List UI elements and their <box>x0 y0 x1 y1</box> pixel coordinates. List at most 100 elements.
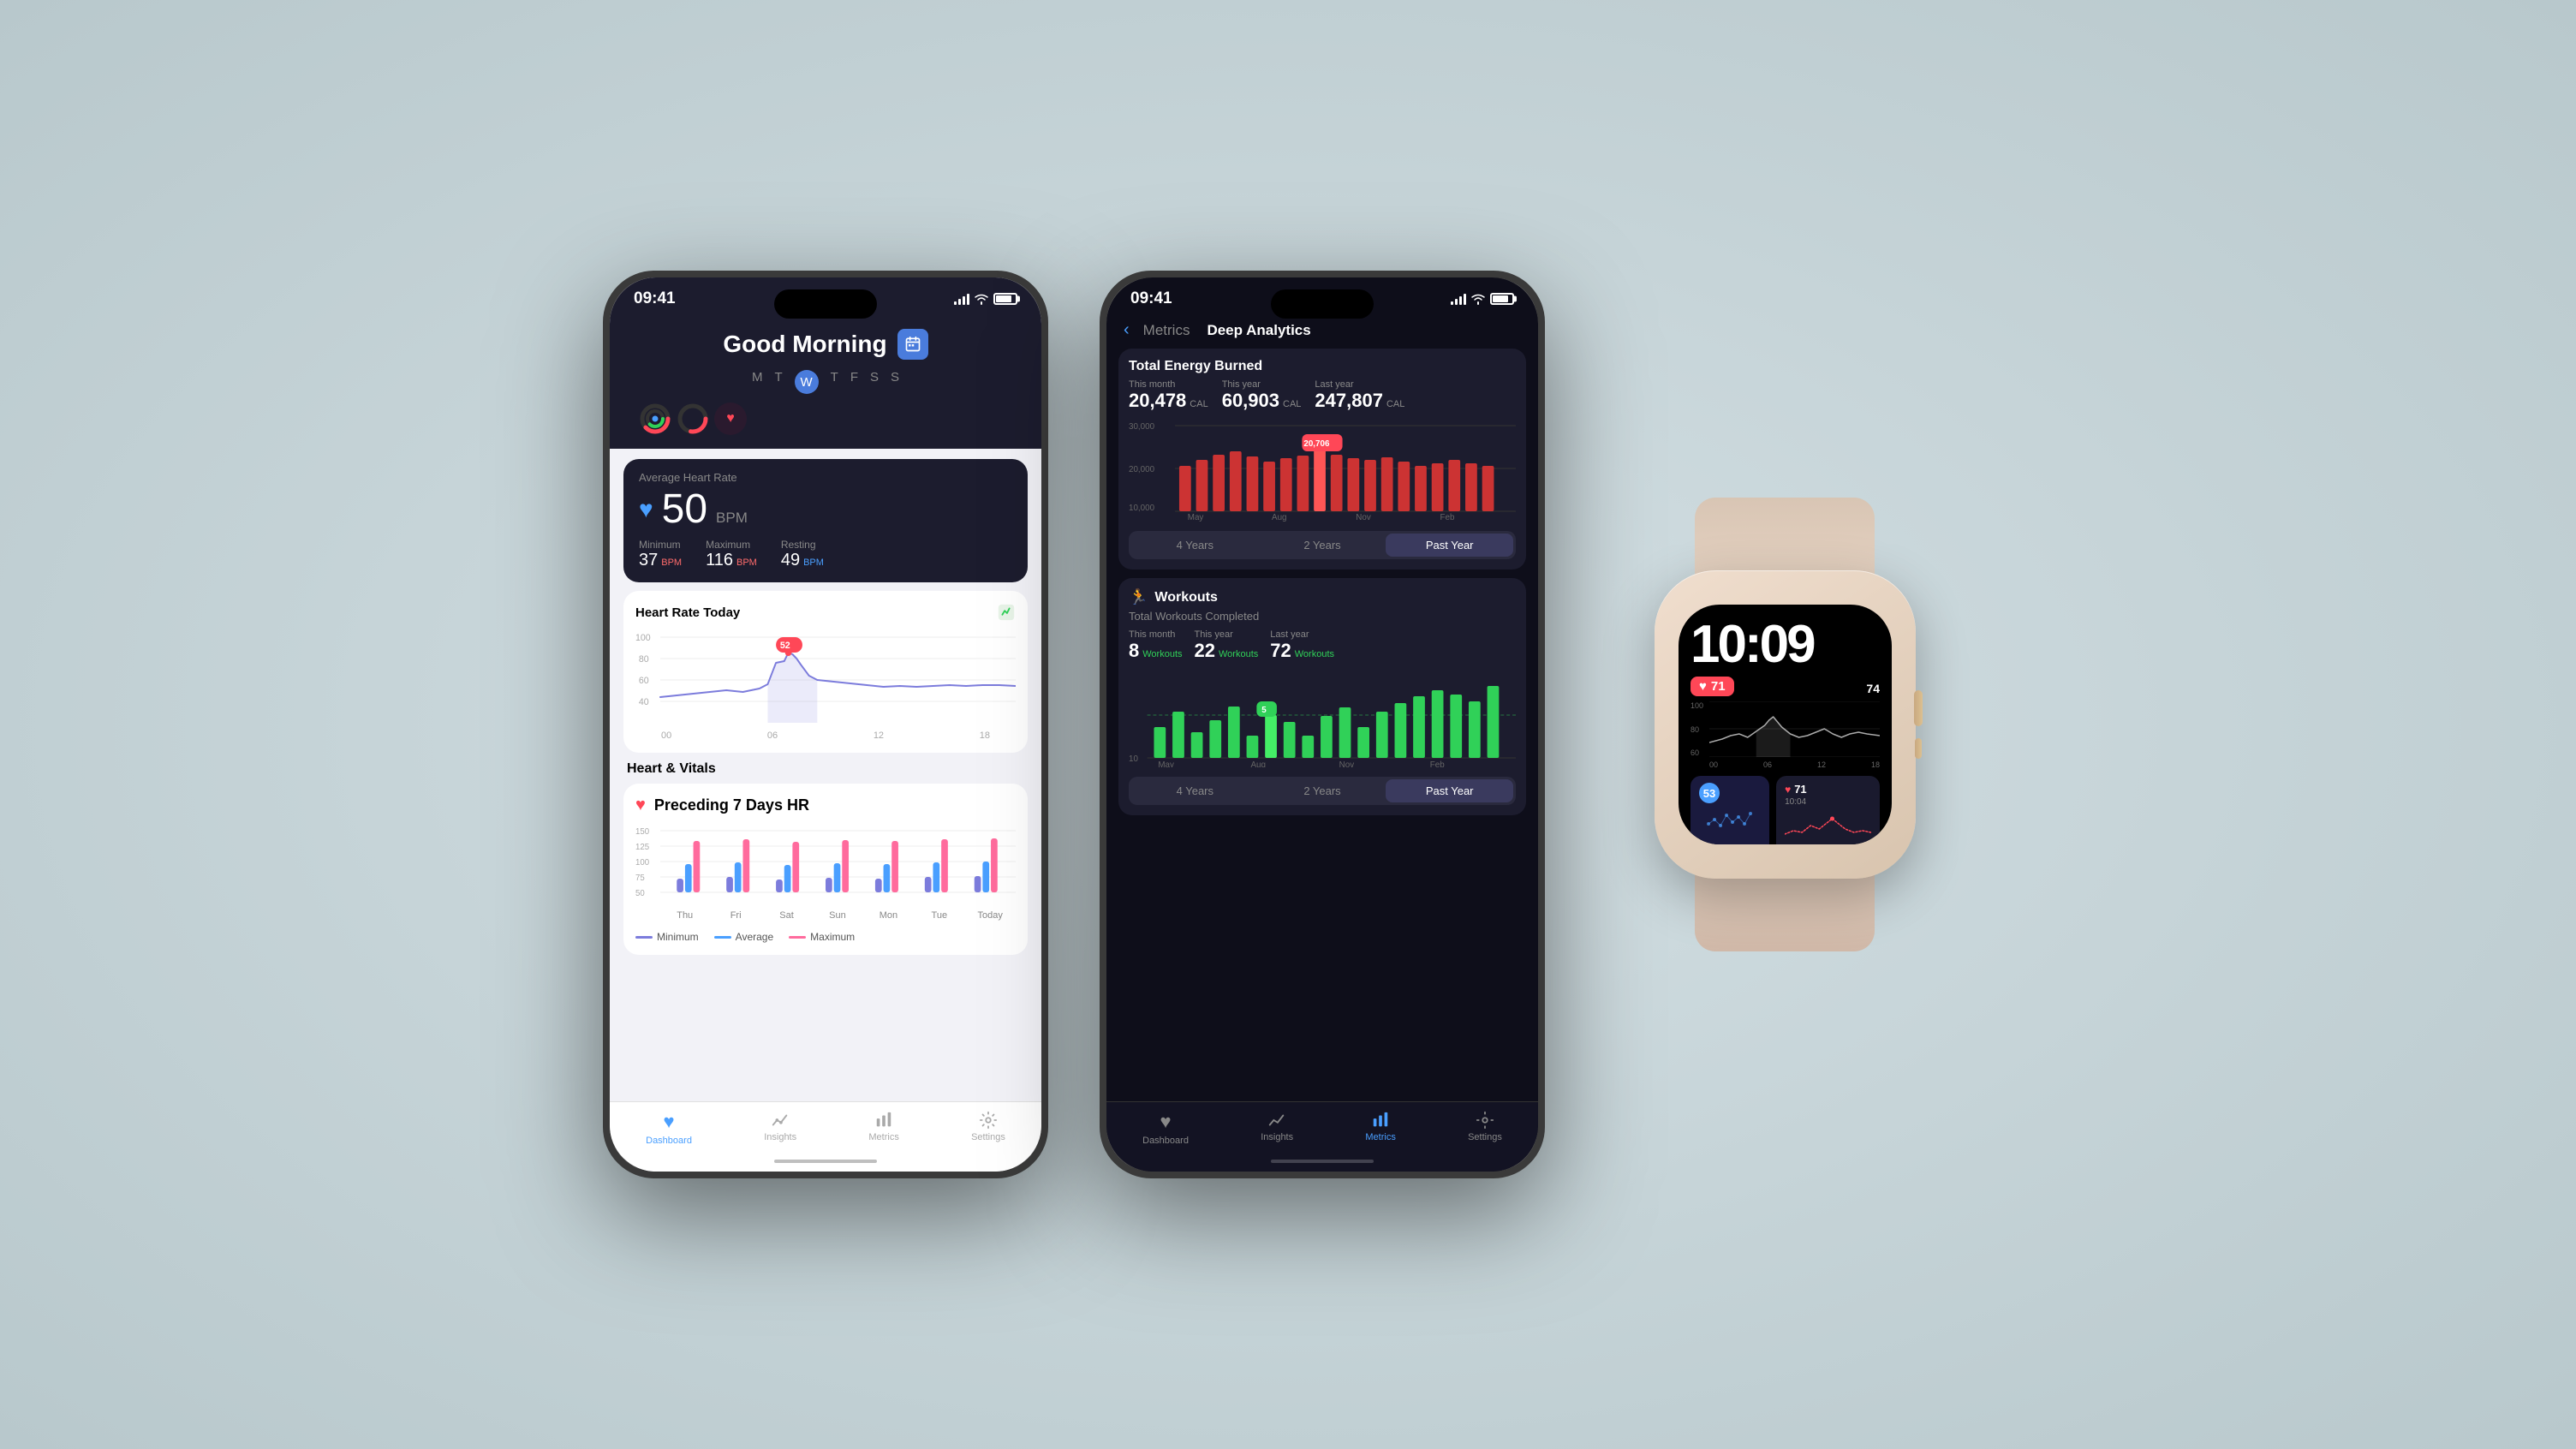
energy-thismonth-label: This month <box>1129 379 1208 390</box>
p2-battery-icon <box>1490 293 1514 305</box>
svg-text:52: 52 <box>780 641 790 651</box>
phone2: 09:41 <box>1100 271 1545 1178</box>
svg-text:Feb: Feb <box>1440 513 1455 522</box>
svg-text:30,000: 30,000 <box>1129 422 1155 432</box>
energy-pastyear-btn[interactable]: Past Year <box>1386 534 1513 557</box>
watch-heart-badge: ♥ 71 <box>1690 677 1734 696</box>
greeting-text: Good Morning <box>723 331 886 358</box>
svg-text:80: 80 <box>639 654 649 665</box>
svg-text:20,000: 20,000 <box>1129 465 1155 474</box>
p2-metrics-icon <box>1371 1111 1390 1130</box>
workout-4years-btn[interactable]: 4 Years <box>1131 779 1259 802</box>
tab-insights[interactable]: Insights <box>764 1111 796 1142</box>
day-S1: S <box>870 370 879 394</box>
workout-2years-btn[interactable]: 2 Years <box>1259 779 1386 802</box>
workout-title: Workouts <box>1154 590 1217 605</box>
svg-text:Nov: Nov <box>1339 760 1355 767</box>
tab-settings[interactable]: Settings <box>971 1111 1005 1142</box>
p2-signal-icon <box>1451 294 1466 305</box>
phone2-screen: 09:41 <box>1106 277 1538 1172</box>
svg-text:May: May <box>1158 760 1174 767</box>
svg-text:5: 5 <box>1261 706 1267 715</box>
svg-text:75: 75 <box>635 874 645 883</box>
activity-ring-2 <box>677 402 709 435</box>
energy-lastyear-unit: CAL <box>1386 399 1404 409</box>
p2-tab-dashboard[interactable]: ♥ Dashboard <box>1142 1111 1189 1146</box>
watch-hr-right-value: 74 <box>1866 682 1880 695</box>
nav-metrics-label: Metrics <box>1143 322 1190 339</box>
energy-title: Total Energy Burned <box>1129 359 1516 374</box>
rest-label: Resting <box>781 539 824 551</box>
vitals-section-label: Heart & Vitals <box>627 761 716 776</box>
workout-subtitle: Total Workouts Completed <box>1129 610 1516 623</box>
svg-text:Feb: Feb <box>1430 760 1445 767</box>
energy-4years-btn[interactable]: 4 Years <box>1131 534 1259 557</box>
back-arrow[interactable]: ‹ <box>1124 320 1130 340</box>
watch-screen: 10:09 ♥ 71 100 80 60 <box>1679 605 1892 844</box>
svg-text:20,706: 20,706 <box>1303 439 1330 449</box>
workout-thisyear-label: This year <box>1195 629 1259 640</box>
svg-text:50: 50 <box>635 889 645 898</box>
svg-text:May: May <box>1188 513 1204 522</box>
workout-thismonth-label: This month <box>1129 629 1183 640</box>
hr-today-title: Heart Rate Today <box>635 605 740 620</box>
energy-2years-btn[interactable]: 2 Years <box>1259 534 1386 557</box>
rest-value: 49 <box>781 551 800 570</box>
workout-lastyear-unit: Workouts <box>1295 649 1334 659</box>
wifi-icon <box>975 294 988 305</box>
p2-tab-settings[interactable]: Settings <box>1468 1111 1502 1142</box>
day-M: M <box>752 370 763 394</box>
svg-text:Aug: Aug <box>1272 513 1286 522</box>
workout-thisyear-value: 22 <box>1195 640 1215 662</box>
workout-thismonth-value: 8 <box>1129 640 1139 662</box>
svg-text:125: 125 <box>635 843 650 852</box>
svg-text:100: 100 <box>635 858 650 868</box>
p2-tab-settings-label: Settings <box>1468 1132 1502 1142</box>
energy-thisyear-label: This year <box>1222 379 1302 390</box>
hr-value: 50 <box>662 489 707 530</box>
energy-thisyear-unit: CAL <box>1283 399 1301 409</box>
svg-text:10,000: 10,000 <box>1129 504 1155 513</box>
day-F: F <box>850 370 858 394</box>
energy-bar-chart: 30,000 20,000 10,000 <box>1129 419 1516 522</box>
calendar-icon <box>904 336 921 353</box>
apple-watch: 10:09 ♥ 71 100 80 60 <box>1596 498 1973 951</box>
metrics-icon <box>874 1111 893 1130</box>
energy-thisyear-value: 60,903 <box>1222 390 1279 412</box>
svg-text:150: 150 <box>635 827 650 837</box>
watch-hr-mini-chart <box>1785 810 1871 840</box>
tab-dashboard[interactable]: ♥ Dashboard <box>646 1111 692 1146</box>
tab-metrics[interactable]: Metrics <box>868 1111 898 1142</box>
workout-thismonth-unit: Workouts <box>1142 649 1182 659</box>
phone1: 09:41 <box>603 271 1048 1178</box>
svg-text:10: 10 <box>1129 754 1138 764</box>
svg-text:60: 60 <box>639 676 649 686</box>
watch-side-button <box>1915 738 1922 759</box>
hr-today-chart: 100 80 60 40 52 <box>635 629 1016 723</box>
min-unit: BPM <box>661 558 682 568</box>
phone1-screen: 09:41 <box>610 277 1041 1172</box>
svg-text:Nov: Nov <box>1356 513 1371 522</box>
watch-steps-card: 53 <box>1690 776 1769 844</box>
rest-unit: BPM <box>803 558 824 568</box>
day-S2: S <box>891 370 899 394</box>
day-mon-label: Mon <box>872 910 904 921</box>
p2-tab-metrics[interactable]: Metrics <box>1365 1111 1395 1142</box>
day-T2: T <box>831 370 838 394</box>
p2-tab-insights[interactable]: Insights <box>1261 1111 1293 1142</box>
energy-lastyear-label: Last year <box>1315 379 1404 390</box>
hr-unit: BPM <box>716 510 748 527</box>
legend-average: Average <box>714 931 773 943</box>
p2-tab-metrics-label: Metrics <box>1365 1132 1395 1142</box>
legend-maximum: Maximum <box>789 931 855 943</box>
watch-body: 10:09 ♥ 71 100 80 60 <box>1655 570 1916 879</box>
min-label: Minimum <box>639 539 682 551</box>
tab-dashboard-label: Dashboard <box>646 1136 692 1146</box>
workout-bar-chart: 10 5 <box>1129 669 1516 767</box>
svg-text:100: 100 <box>635 633 651 643</box>
day-T1: T <box>774 370 782 394</box>
7days-chart: 150 125 100 75 50 <box>635 826 1016 903</box>
dynamic-island <box>774 289 877 319</box>
workout-pastyear-btn[interactable]: Past Year <box>1386 779 1513 802</box>
energy-thismonth-value: 20,478 <box>1129 390 1186 412</box>
